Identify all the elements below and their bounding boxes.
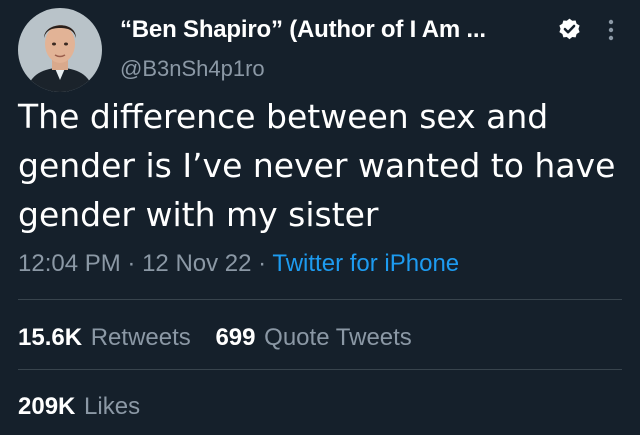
- retweets-label: Retweets: [90, 324, 191, 351]
- likes-stat[interactable]: 209K Likes: [18, 393, 140, 421]
- avatar[interactable]: [18, 8, 102, 92]
- tweet-card: “Ben Shapiro” (Author of I Am ... @B3nSh…: [0, 0, 640, 435]
- quote-tweets-label: Quote Tweets: [264, 324, 412, 351]
- retweets-count: 15.6K: [18, 324, 83, 351]
- avatar-image: [18, 8, 102, 92]
- likes-count: 209K: [18, 393, 76, 420]
- likes-stats: 209K Likes: [18, 393, 158, 421]
- engagement-stats: 15.6K Retweets 699 Quote Tweets: [18, 324, 430, 352]
- quote-tweets-stat[interactable]: 699 Quote Tweets: [215, 324, 411, 352]
- divider: [18, 299, 622, 300]
- meta-separator: ·: [127, 250, 136, 277]
- likes-label: Likes: [84, 393, 141, 420]
- tweet-meta: 12:04 PM · 12 Nov 22 · Twitter for iPhon…: [18, 250, 459, 278]
- tweet-source[interactable]: Twitter for iPhone: [272, 250, 459, 277]
- divider: [18, 369, 622, 370]
- more-options-icon[interactable]: [596, 10, 626, 50]
- author-handle[interactable]: @B3nSh4p1ro: [120, 56, 265, 82]
- quote-tweets-count: 699: [215, 324, 256, 351]
- tweet-date[interactable]: 12 Nov 22: [142, 250, 251, 277]
- author-display-name[interactable]: “Ben Shapiro” (Author of I Am ...: [120, 16, 486, 44]
- verified-badge-icon: [559, 18, 580, 40]
- tweet-text: The difference between sex and gender is…: [18, 97, 616, 234]
- meta-separator: ·: [258, 250, 267, 277]
- retweets-stat[interactable]: 15.6K Retweets: [18, 324, 191, 352]
- tweet-time[interactable]: 12:04 PM: [18, 250, 121, 277]
